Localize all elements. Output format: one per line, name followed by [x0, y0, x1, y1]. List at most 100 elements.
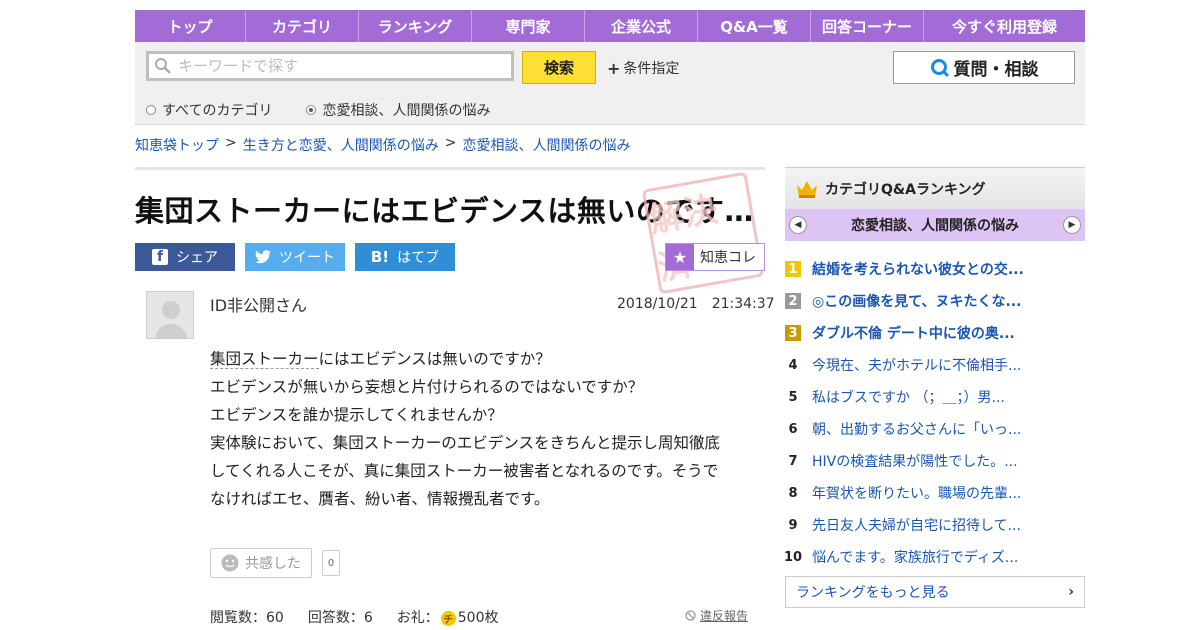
question-main: 解決済 集団ストーカーにはエビデンスは無いのです… f シェア ツイート B! …: [135, 167, 775, 626]
smile-icon: [221, 554, 239, 572]
body-line: なければエセ、贋者、紛い者、情報攪乱者です。: [210, 490, 550, 508]
nav-top[interactable]: トップ: [135, 10, 246, 42]
scope-radios: すべてのカテゴリ 恋愛相談、人間関係の悩み: [146, 100, 490, 120]
next-category-icon[interactable]: ▶: [1063, 216, 1081, 234]
crown-icon: [797, 180, 817, 198]
page: トップ カテゴリ ランキング 専門家 企業公式 Q&A一覧 回答コーナー 今すぐ…: [135, 10, 1085, 626]
chie-collection-button[interactable]: ★ 知恵コレ: [665, 243, 765, 271]
ranking-item[interactable]: 2 ◎この画像を見て、ヌキたくな...: [785, 285, 1085, 317]
ranking-sidebar: カテゴリQ&Aランキング ◀ 恋愛相談、人間関係の悩み ▶ 1 結婚を考えられない…: [784, 167, 1085, 608]
rank-title[interactable]: 私はブスですか （；＿；）男...: [812, 387, 1005, 407]
nav-qa-list[interactable]: Q&A一覧: [698, 10, 811, 42]
ranking-item[interactable]: 10 悩んでます。家族旅行でディズ...: [784, 541, 1085, 573]
twitter-label: ツイート: [279, 250, 335, 266]
rank-number: 2: [785, 293, 801, 309]
ranking-item[interactable]: 3 ダブル不倫 デート中に彼の奥...: [785, 317, 1085, 349]
crumb-love[interactable]: 恋愛相談、人間関係の悩み: [462, 135, 630, 155]
body-line: してくれる人こそが、真に集団ストーカー被害者となれるのです。そうで: [210, 462, 719, 480]
hatena-label: はてブ: [397, 250, 440, 266]
rank-title[interactable]: 結婚を考えられない彼女との交...: [812, 259, 1024, 279]
empathy-count: 0: [322, 550, 340, 576]
report-link[interactable]: 違反報告: [685, 607, 748, 624]
facebook-label: シェア: [176, 250, 218, 266]
rank-number: 5: [788, 389, 798, 405]
radio-current[interactable]: [306, 105, 317, 115]
rank-number: 4: [788, 357, 798, 373]
search-box: [146, 51, 514, 81]
search-area: 検索 + 条件指定 質問・相談 すべてのカテゴリ 恋愛相談、人間関係の悩み: [135, 42, 1085, 125]
ranking-item[interactable]: 9 先日友人夫婦が自宅に招待して...: [785, 509, 1085, 541]
empathy-label: 共感した: [245, 556, 301, 572]
prohibited-icon: [685, 610, 696, 621]
condition-label: 条件指定: [623, 61, 680, 77]
hatena-bookmark-button[interactable]: B! はてブ: [355, 243, 455, 271]
facebook-icon: f: [152, 249, 168, 265]
star-icon: ★: [666, 244, 694, 270]
prev-category-icon[interactable]: ◀: [789, 216, 807, 234]
rank-number: 9: [788, 517, 798, 533]
nav-register[interactable]: 今すぐ利用登録: [924, 10, 1085, 42]
question-q-icon: [930, 58, 949, 77]
nav-category[interactable]: カテゴリ: [246, 10, 359, 42]
ranking-category-label: 恋愛相談、人間関係の悩み: [851, 218, 1019, 234]
rank-title[interactable]: 悩んでます。家族旅行でディズ...: [812, 547, 1018, 567]
share-row: f シェア ツイート B! はてブ: [135, 243, 455, 271]
reward-value: 500枚: [457, 610, 499, 626]
search-button[interactable]: 検索: [522, 51, 596, 84]
body-line: 実体験において、集団ストーカーのエビデンスをきちんと提示し周知徹底: [210, 434, 720, 452]
rank-title[interactable]: 朝、出勤するお父さんに「いっ...: [812, 419, 1021, 439]
ranking-item[interactable]: 5 私はブスですか （；＿；）男...: [785, 381, 1085, 413]
rank-title[interactable]: HIVの検査結果が陽性でした。...: [812, 451, 1018, 471]
ranking-item[interactable]: 4 今現在、夫がホテルに不倫相手...: [785, 349, 1085, 381]
rank-title[interactable]: ダブル不倫 デート中に彼の奥...: [812, 323, 1015, 343]
rank-title[interactable]: ◎この画像を見て、ヌキたくな...: [812, 291, 1021, 311]
radio-current-label: 恋愛相談、人間関係の悩み: [322, 103, 491, 119]
body-line: エビデンスを誰か提示してくれませんか？: [210, 406, 503, 424]
ranking-heading-label: カテゴリQ&Aランキング: [825, 181, 986, 198]
radio-all-label: すべてのカテゴリ: [162, 103, 273, 119]
keyword-link[interactable]: 集団ストーカー: [210, 350, 319, 369]
ranking-heading: カテゴリQ&Aランキング: [785, 167, 1085, 209]
twitter-share-button[interactable]: ツイート: [245, 243, 345, 271]
question-stats: 閲覧数：60 回答数：6 お礼：チ 500枚: [210, 607, 498, 627]
crumb-top[interactable]: 知恵袋トップ: [135, 135, 219, 155]
nav-ranking[interactable]: ランキング: [359, 10, 472, 42]
view-count: 閲覧数：60: [210, 610, 284, 626]
nav-answer-corner[interactable]: 回答コーナー: [811, 10, 924, 42]
chevron-right-icon: ›: [1068, 584, 1074, 600]
search-input[interactable]: [176, 56, 510, 76]
resolved-stamp: 解決済: [641, 171, 765, 295]
question-body: 集団ストーカーにはエビデンスは無いのですか？ エビデンスが無いから妄想と片付けら…: [210, 345, 755, 513]
rank-title[interactable]: 年賀状を断りたい。職場の先輩...: [812, 483, 1021, 503]
condition-link[interactable]: + 条件指定: [607, 58, 679, 78]
ask-question-button[interactable]: 質問・相談: [893, 51, 1075, 84]
radio-all[interactable]: [146, 105, 156, 115]
nav-experts[interactable]: 専門家: [472, 10, 585, 42]
rank-number: 8: [788, 485, 798, 501]
body-line: エビデンスが無いから妄想と片付けられるのではないですか？: [210, 378, 644, 396]
ranking-item[interactable]: 6 朝、出勤するお父さんに「いっ...: [785, 413, 1085, 445]
rank-number: 6: [788, 421, 798, 437]
ranking-item[interactable]: 8 年賀状を断りたい。職場の先輩...: [785, 477, 1085, 509]
asker-name: ID非公開さん: [210, 296, 308, 315]
crumb-life[interactable]: 生き方と恋愛、人間関係の悩み: [243, 135, 439, 155]
rank-title[interactable]: 今現在、夫がホテルに不倫相手...: [812, 355, 1021, 375]
reward: お礼：チ 500枚: [397, 607, 499, 627]
avatar: [146, 291, 194, 339]
plus-icon: +: [607, 58, 621, 78]
empathy-area: 共感した 0: [210, 548, 340, 578]
nav-official[interactable]: 企業公式: [585, 10, 698, 42]
search-icon: [155, 58, 171, 74]
facebook-share-button[interactable]: f シェア: [135, 243, 235, 271]
post-date: 2018/10/21 21:34:37: [617, 296, 775, 312]
more-ranking-link[interactable]: ランキングをもっと見る ›: [785, 576, 1085, 608]
ranking-item[interactable]: 7 HIVの検査結果が陽性でした。...: [785, 445, 1085, 477]
rank-title[interactable]: 先日友人夫婦が自宅に招待して...: [812, 515, 1021, 535]
more-ranking-label: ランキングをもっと見る: [796, 585, 950, 601]
chie-collection-label: 知恵コレ: [700, 250, 756, 266]
ranking-item[interactable]: 1 結婚を考えられない彼女との交...: [785, 253, 1085, 285]
rank-number: 1: [785, 261, 801, 277]
crumb-sep: >: [444, 135, 457, 151]
reward-label: お礼：: [396, 610, 439, 626]
empathy-button[interactable]: 共感した: [210, 548, 312, 578]
